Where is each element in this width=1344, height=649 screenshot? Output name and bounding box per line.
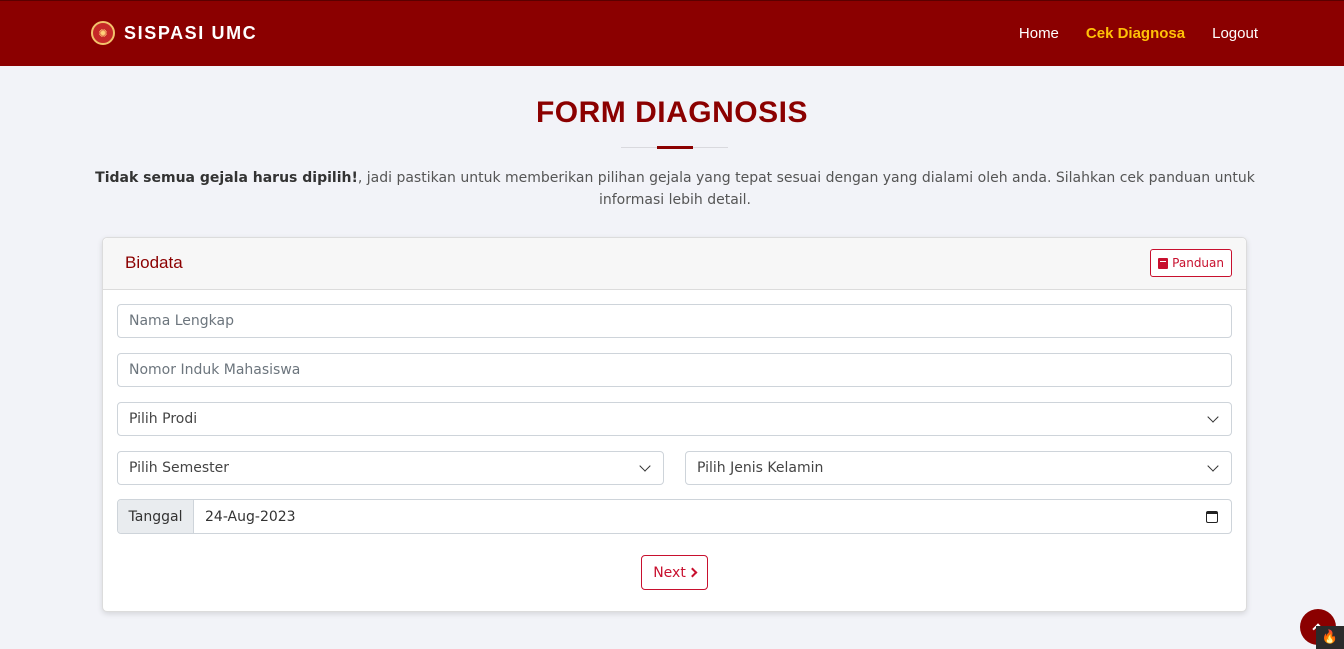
intro-rest: , jadi pastikan untuk memberikan pilihan… — [357, 170, 1255, 208]
brand-name: SISPASI UMC — [124, 22, 258, 43]
semester-select[interactable]: Pilih Semester — [117, 451, 664, 485]
chevron-right-icon — [687, 567, 698, 578]
nama-lengkap-placeholder: Nama Lengkap — [129, 313, 234, 329]
panduan-button[interactable]: Panduan — [1150, 249, 1232, 277]
tanggal-input-group: Tanggal 24-Aug-2023 — [117, 499, 1232, 534]
nav-home[interactable]: Home — [1019, 25, 1059, 42]
prodi-select[interactable]: Pilih Prodi — [117, 402, 1232, 436]
next-label: Next — [653, 564, 686, 581]
nim-placeholder: Nomor Induk Mahasiswa — [129, 362, 301, 378]
intro-bold: Tidak semua gejala harus dipilih! — [95, 170, 358, 186]
card-title: Biodata — [125, 253, 183, 272]
nama-lengkap-input[interactable]: Nama Lengkap — [117, 304, 1232, 338]
panduan-label: Panduan — [1172, 256, 1224, 270]
semester-selected: Pilih Semester — [129, 460, 230, 476]
jenis-kelamin-select[interactable]: Pilih Jenis Kelamin — [685, 451, 1232, 485]
tanggal-label: Tanggal — [118, 500, 194, 533]
brand[interactable]: ✺ SISPASI UMC — [91, 21, 257, 45]
tanggal-date-input[interactable]: 24-Aug-2023 — [194, 500, 1231, 533]
flame-icon[interactable]: 🔥 — [1316, 626, 1344, 649]
page-title: FORM DIAGNOSIS — [535, 96, 808, 129]
biodata-card: Biodata Panduan Nama Lengkap Nomor Induk… — [102, 237, 1247, 612]
book-icon — [1158, 257, 1169, 269]
card-header: Biodata Panduan — [103, 238, 1246, 290]
calendar-icon[interactable] — [1206, 510, 1218, 523]
prodi-selected: Pilih Prodi — [129, 411, 198, 427]
next-button[interactable]: Next — [641, 555, 708, 590]
nav-logout[interactable]: Logout — [1212, 25, 1258, 42]
title-divider-accent — [657, 146, 693, 149]
university-seal-icon: ✺ — [91, 21, 115, 45]
top-navbar: ✺ SISPASI UMC Home Cek Diagnosa Logout — [0, 0, 1344, 66]
chevron-down-icon — [1207, 460, 1219, 472]
main-nav: Home Cek Diagnosa Logout — [992, 25, 1258, 42]
chevron-down-icon — [639, 460, 651, 472]
chevron-down-icon — [1207, 411, 1219, 423]
nim-input[interactable]: Nomor Induk Mahasiswa — [117, 353, 1232, 387]
nav-cek-diagnosa[interactable]: Cek Diagnosa — [1086, 25, 1185, 42]
tanggal-value: 24-Aug-2023 — [205, 508, 296, 525]
jenis-kelamin-selected: Pilih Jenis Kelamin — [697, 460, 824, 476]
intro-text: Tidak semua gejala harus dipilih!, jadi … — [95, 167, 1255, 211]
